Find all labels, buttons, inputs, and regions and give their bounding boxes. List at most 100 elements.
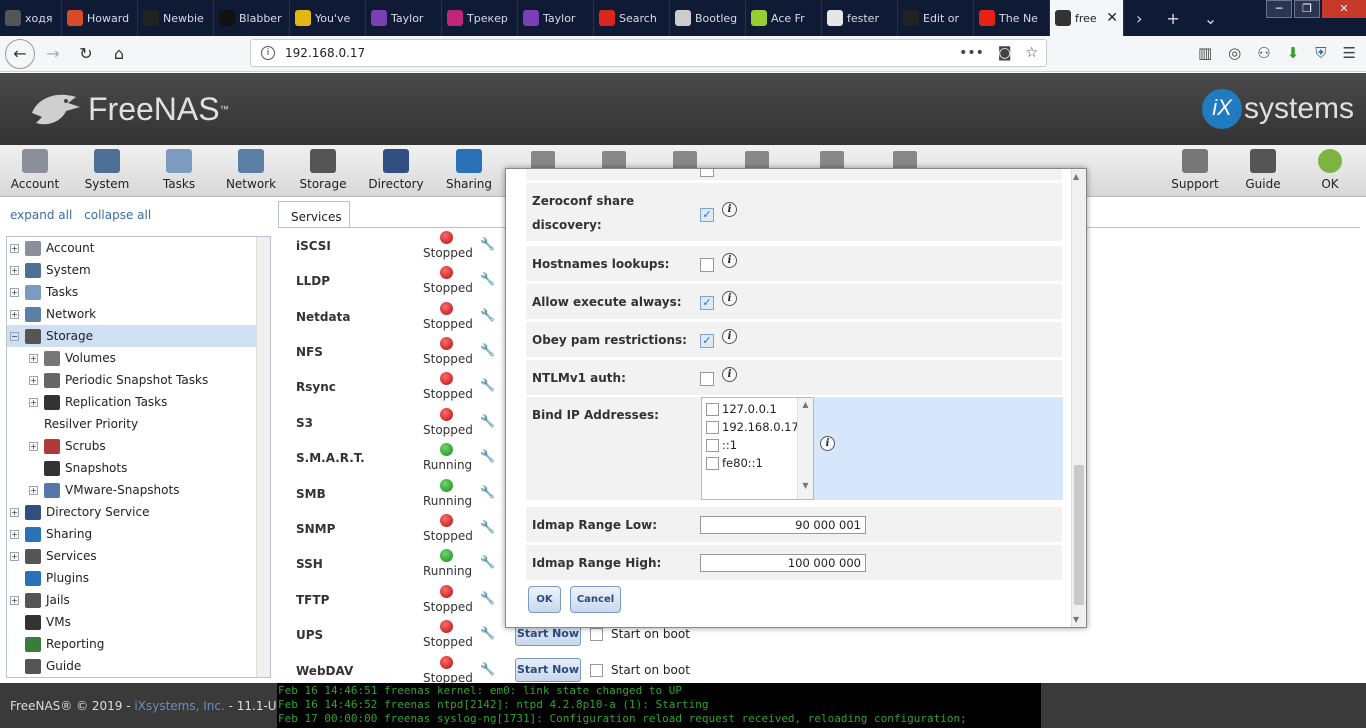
close-tab-icon[interactable]: ✕ <box>1106 10 1118 26</box>
expand-icon[interactable]: + <box>29 441 38 451</box>
toolbar-ok[interactable]: OK <box>1298 149 1362 191</box>
start-on-boot-checkbox[interactable] <box>590 664 603 677</box>
expand-icon[interactable]: + <box>10 507 19 517</box>
idmap-high-input[interactable]: 100 000 000 <box>700 554 866 572</box>
idmap-low-input[interactable]: 90 000 001 <box>700 516 866 534</box>
toolbar-sharing[interactable]: Sharing <box>437 149 501 191</box>
tree-item-vmware-snapshots[interactable]: + VMware-Snapshots <box>7 479 270 501</box>
option-checkbox[interactable] <box>700 258 714 272</box>
browser-tab[interactable]: Ace Fr <box>746 0 822 36</box>
bind-ip-checkbox[interactable] <box>706 438 719 452</box>
tree-item-system[interactable]: + System <box>7 259 270 281</box>
expand-icon[interactable]: + <box>10 551 19 561</box>
expand-icon[interactable]: + <box>29 353 38 363</box>
wrench-icon[interactable]: 🔧 <box>480 485 495 499</box>
shield-icon[interactable]: ⛨ <box>1315 44 1326 62</box>
browser-tab[interactable]: Taylor <box>518 0 594 36</box>
tree-item-services[interactable]: + Services <box>7 545 270 567</box>
expand-icon[interactable]: + <box>10 265 19 275</box>
browser-tab[interactable]: You've <box>290 0 366 36</box>
option-checkbox[interactable] <box>700 372 714 386</box>
option-info-icon[interactable]: i <box>722 329 737 344</box>
browser-tab[interactable]: Howard <box>62 0 138 36</box>
expand-icon[interactable]: + <box>10 529 19 539</box>
tree-item-vms[interactable]: VMs <box>7 611 270 633</box>
option-checkbox[interactable]: ✓ <box>700 208 714 222</box>
tree-item-resilver-priority[interactable]: Resilver Priority <box>7 413 270 435</box>
wrench-icon[interactable]: 🔧 <box>480 414 495 428</box>
wrench-icon[interactable]: 🔧 <box>480 272 495 286</box>
bookmark-star-icon[interactable]: ☆ <box>1025 45 1038 61</box>
tree-item-snapshots[interactable]: Snapshots <box>7 457 270 479</box>
collapse-all-link[interactable]: collapse all <box>84 208 151 222</box>
tree-scrollbar[interactable] <box>256 237 270 677</box>
option-info-icon[interactable]: i <box>722 291 737 306</box>
browser-tab[interactable]: ходя <box>0 0 62 36</box>
tree-item-periodic-snapshot-tasks[interactable]: + Periodic Snapshot Tasks <box>7 369 270 391</box>
browser-tab-active[interactable]: free ✕ <box>1050 0 1124 36</box>
toolbar-network[interactable]: Network <box>219 149 283 191</box>
tree-item-directory-service[interactable]: + Directory Service <box>7 501 270 523</box>
maximize-icon[interactable]: ❐ <box>1294 0 1320 18</box>
wrench-icon[interactable]: 🔧 <box>480 626 495 640</box>
close-window-icon[interactable]: ✕ <box>1322 0 1366 18</box>
wrench-icon[interactable]: 🔧 <box>480 555 495 569</box>
extension-icon[interactable]: ⚇ <box>1257 44 1270 62</box>
ok-button[interactable]: OK <box>528 586 561 613</box>
bind-ip-info-icon[interactable]: i <box>820 436 835 451</box>
tab-list-icon[interactable]: ⌄ <box>1192 0 1229 36</box>
listbox-scrollbar[interactable]: ▲ ▼ <box>797 398 813 499</box>
expand-icon[interactable]: + <box>29 397 38 407</box>
expand-icon[interactable]: + <box>29 485 38 495</box>
browser-tab[interactable]: Taylor <box>366 0 442 36</box>
option-info-icon[interactable]: i <box>722 253 737 268</box>
dialog-scroll-thumb[interactable] <box>1074 465 1084 605</box>
minimize-icon[interactable]: ─ <box>1266 0 1292 18</box>
tab-services[interactable]: Services <box>278 201 350 228</box>
toolbar-directory[interactable]: Directory <box>364 149 428 191</box>
toolbar-tasks[interactable]: Tasks <box>147 149 211 191</box>
toolbar-system[interactable]: System <box>75 149 139 191</box>
toolbar-account[interactable]: Account <box>3 149 67 191</box>
toolbar-storage[interactable]: Storage <box>291 149 355 191</box>
back-arrow-icon[interactable]: ← <box>5 38 35 69</box>
sync-icon[interactable]: ◎ <box>1228 44 1241 62</box>
wrench-icon[interactable]: 🔧 <box>480 343 495 357</box>
wrench-icon[interactable]: 🔧 <box>480 591 495 605</box>
tree-item-plugins[interactable]: Plugins <box>7 567 270 589</box>
option-checkbox[interactable]: ✓ <box>700 334 714 348</box>
tree-item-volumes[interactable]: + Volumes <box>7 347 270 369</box>
tree-item-replication-tasks[interactable]: + Replication Tasks <box>7 391 270 413</box>
option-info-icon[interactable]: i <box>722 202 737 217</box>
browser-tab[interactable]: Newbie <box>138 0 214 36</box>
wrench-icon[interactable]: 🔧 <box>480 520 495 534</box>
forward-arrow-icon[interactable]: → <box>38 39 68 69</box>
tree-item-network[interactable]: + Network <box>7 303 270 325</box>
bind-ip-checkbox[interactable] <box>706 420 719 434</box>
tree-item-scrubs[interactable]: + Scrubs <box>7 435 270 457</box>
tree-item-jails[interactable]: + Jails <box>7 589 270 611</box>
browser-tab[interactable]: Трекер <box>442 0 518 36</box>
tree-item-tasks[interactable]: + Tasks <box>7 281 270 303</box>
start-now-button[interactable]: Start Now <box>515 658 581 682</box>
browser-tab[interactable]: Edit or <box>898 0 974 36</box>
cancel-button[interactable]: Cancel <box>570 586 621 613</box>
wrench-icon[interactable]: 🔧 <box>480 449 495 463</box>
expand-all-link[interactable]: expand all <box>10 208 72 222</box>
tree-item-sharing[interactable]: + Sharing <box>7 523 270 545</box>
page-actions-icon[interactable]: ••• <box>959 45 984 61</box>
ixsystems-link[interactable]: iXsystems, Inc. <box>134 699 224 713</box>
wrench-icon[interactable]: 🔧 <box>480 237 495 251</box>
toolbar-support[interactable]: Support <box>1163 149 1227 191</box>
tab-scroll-icon[interactable]: › <box>1124 0 1154 36</box>
new-tab-icon[interactable]: + <box>1154 0 1191 36</box>
library-icon[interactable]: ▥ <box>1198 44 1212 62</box>
site-info-icon[interactable]: i <box>261 46 275 60</box>
option-checkbox[interactable]: ✓ <box>700 296 714 310</box>
wrench-icon[interactable]: 🔧 <box>480 378 495 392</box>
option-info-icon[interactable]: i <box>722 367 737 382</box>
expand-icon[interactable]: + <box>10 287 19 297</box>
pocket-icon[interactable]: ◙ <box>998 45 1012 61</box>
browser-tab[interactable]: Search <box>594 0 670 36</box>
tree-item-storage[interactable]: − Storage <box>7 325 270 347</box>
